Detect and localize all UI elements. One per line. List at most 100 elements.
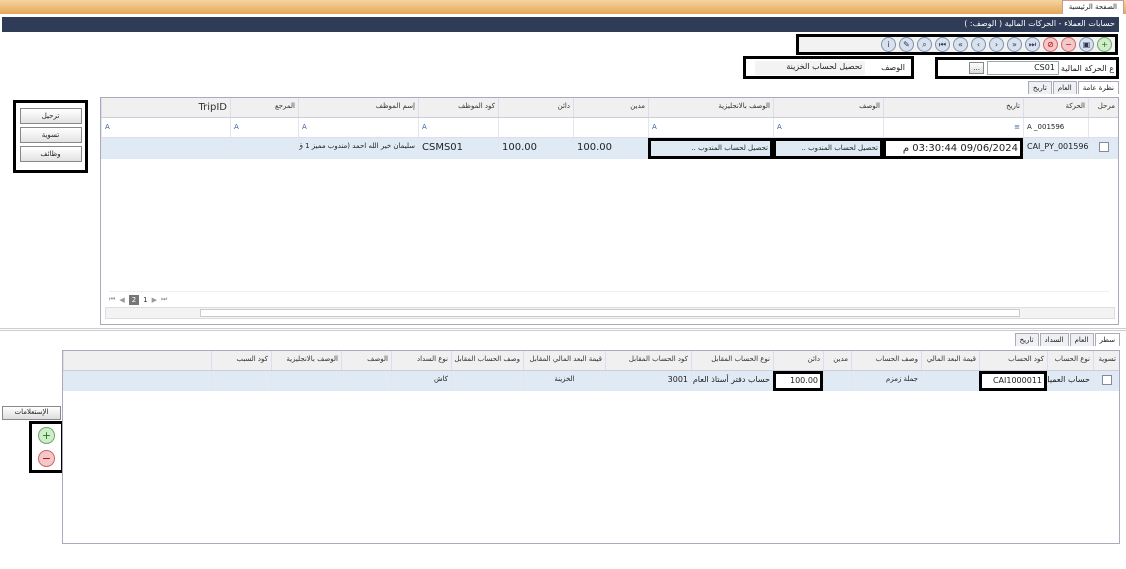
cell-offset-dimension[interactable] <box>451 371 523 391</box>
first-button[interactable]: ⏮ <box>935 37 950 52</box>
tab-line-general[interactable]: العام <box>1069 333 1094 346</box>
tab-overview[interactable]: نظرة عامة <box>1077 81 1119 94</box>
col-offset-code[interactable]: كود الحساب المقابل <box>605 351 691 370</box>
col-line-debit[interactable]: مدين <box>823 351 851 370</box>
cell-line-credit[interactable]: 100.00 <box>773 371 823 391</box>
cell-employee-code[interactable]: CSMS01 <box>418 138 498 159</box>
cell-offset-type[interactable]: حساب دفتر أستاذ العام <box>691 371 773 391</box>
col-employee-name[interactable]: إسم الموظف <box>298 98 418 117</box>
cell-movement[interactable]: CAI_PY_001596 <box>1023 138 1088 159</box>
settle-checkbox[interactable] <box>1101 375 1112 385</box>
movement-type-input[interactable]: CS01 <box>986 61 1059 75</box>
cell-line-description-en[interactable] <box>271 371 341 391</box>
col-reference[interactable]: المرجع <box>230 98 298 117</box>
movement-type-lookup-button[interactable]: ... <box>969 62 984 74</box>
lookup-button[interactable]: ⌕ <box>917 37 932 52</box>
col-line-description-en[interactable]: الوصف بالانجليزية <box>271 351 341 370</box>
settle-button[interactable]: تسوية <box>19 127 82 143</box>
table-row[interactable]: حساب العميل CAI1000011 جملة زمزم 100.00 … <box>63 371 1119 391</box>
save-button[interactable]: ▣ <box>1079 37 1094 52</box>
cell-offset-desc[interactable]: الخزينة <box>523 371 605 391</box>
col-payment-type[interactable]: نوع السداد <box>391 351 451 370</box>
col-description[interactable]: الوصف <box>773 98 883 117</box>
filter-debit[interactable] <box>573 118 648 137</box>
col-credit[interactable]: دائن <box>498 98 573 117</box>
cell-offset-code[interactable]: 3001 <box>605 371 691 391</box>
col-movement[interactable]: الحركة <box>1023 98 1088 117</box>
cell-date[interactable]: 09/06/2024 03:30:44 م <box>883 138 1023 159</box>
pager-page[interactable]: 1 <box>143 296 147 304</box>
queries-button[interactable]: الإستعلامات <box>2 406 61 420</box>
attach-button[interactable]: ✎ <box>899 37 914 52</box>
filter-date[interactable]: ≡ <box>883 118 1023 137</box>
filter-reference[interactable]: A <box>230 118 298 137</box>
cell-account-desc[interactable]: جملة زمزم <box>851 371 921 391</box>
functions-button[interactable]: وظائف <box>19 146 82 162</box>
col-description-en[interactable]: الوصف بالانجليزية <box>648 98 773 117</box>
remove-button[interactable]: − <box>1061 37 1076 52</box>
filter-trip-id[interactable]: A <box>101 118 230 137</box>
tab-line-history[interactable]: تاريخ <box>1014 333 1039 346</box>
cell-debit[interactable]: 100.00 <box>573 138 648 159</box>
previous-page-button[interactable]: « <box>953 37 968 52</box>
filter-movement[interactable]: A _001596 <box>1023 118 1088 137</box>
col-account-code[interactable]: كود الحساب <box>979 351 1047 370</box>
table-row[interactable]: CAI_PY_001596 09/06/2024 03:30:44 م تحصي… <box>101 138 1118 159</box>
previous-button[interactable]: ‹ <box>971 37 986 52</box>
cell-fin-dimension[interactable] <box>921 371 979 391</box>
pager-next-icon[interactable]: ▶ <box>152 296 157 304</box>
col-reason-code[interactable]: كود السبب <box>211 351 271 370</box>
filter-icon[interactable]: A <box>1027 123 1032 131</box>
filter-description-en[interactable]: A <box>648 118 773 137</box>
tab-general[interactable]: العام <box>1052 81 1077 94</box>
info-button[interactable]: i <box>881 37 896 52</box>
cell-line-debit[interactable] <box>823 371 851 391</box>
posted-checkbox[interactable] <box>1098 142 1109 152</box>
home-tab[interactable]: الصفحة الرئيسية <box>1061 0 1124 14</box>
next-page-button[interactable]: » <box>1007 37 1022 52</box>
pager-first-icon[interactable]: ⏮ <box>109 295 115 304</box>
next-button[interactable]: › <box>989 37 1004 52</box>
splitter[interactable] <box>0 328 1126 331</box>
horizontal-scrollbar[interactable] <box>105 307 1115 319</box>
col-offset-dimension[interactable]: قيمة البعد المالي المقابل <box>523 351 605 370</box>
cell-description[interactable]: تحصيل لحساب المندوب .. <box>773 138 883 159</box>
col-fin-dimension[interactable]: قيمة البعد المالي <box>921 351 979 370</box>
col-line-description[interactable]: الوصف <box>341 351 391 370</box>
cell-description-en[interactable]: تحصيل لحساب المندوب .. <box>648 138 773 159</box>
col-debit[interactable]: مدين <box>573 98 648 117</box>
col-date[interactable]: تاريخ <box>883 98 1023 117</box>
filter-credit[interactable] <box>498 118 573 137</box>
col-offset-desc[interactable]: وصف الحساب المقابل <box>451 351 523 370</box>
col-settle[interactable]: تسوية <box>1093 351 1119 370</box>
cell-reference[interactable] <box>230 138 298 159</box>
tab-line[interactable]: سطر <box>1094 333 1120 346</box>
cell-account-code[interactable]: CAI1000011 <box>979 371 1047 391</box>
cell-credit[interactable]: 100.00 <box>498 138 573 159</box>
cancel-button[interactable]: ⊘ <box>1043 37 1058 52</box>
filter-employee-code[interactable]: A <box>418 118 498 137</box>
col-account-type[interactable]: نوع الحساب <box>1047 351 1093 370</box>
col-line-credit[interactable]: دائن <box>773 351 823 370</box>
remove-line-icon[interactable]: − <box>38 450 55 467</box>
add-button[interactable]: + <box>1097 37 1112 52</box>
cell-payment-type[interactable]: كاش <box>391 371 451 391</box>
col-employee-code[interactable]: كود الموظف <box>418 98 498 117</box>
filter-movement-value[interactable]: _001596 <box>1034 123 1064 131</box>
col-trip-id[interactable]: TripID <box>101 98 230 117</box>
tab-payment[interactable]: السداد <box>1039 333 1069 346</box>
col-offset-type[interactable]: نوع الحساب المقابل <box>691 351 773 370</box>
cell-employee-name[interactable]: سليمان خير الله احمد (مندوب مميز 1 ق) <box>298 138 418 159</box>
cell-reason-code[interactable] <box>211 371 271 391</box>
filter-employee-name[interactable]: A <box>298 118 418 137</box>
col-posted[interactable]: مرحل <box>1088 98 1118 117</box>
post-button[interactable]: ترحيل <box>19 108 82 124</box>
last-button[interactable]: ⏭ <box>1025 37 1040 52</box>
col-account-desc[interactable]: وصف الحساب <box>851 351 921 370</box>
cell-line-description[interactable] <box>341 371 391 391</box>
filter-description[interactable]: A <box>773 118 883 137</box>
cell-account-type[interactable]: حساب العميل <box>1047 371 1093 391</box>
add-line-icon[interactable]: + <box>38 427 55 444</box>
cell-trip-id[interactable] <box>101 138 230 159</box>
pager-current-page[interactable]: 2 <box>128 294 140 305</box>
